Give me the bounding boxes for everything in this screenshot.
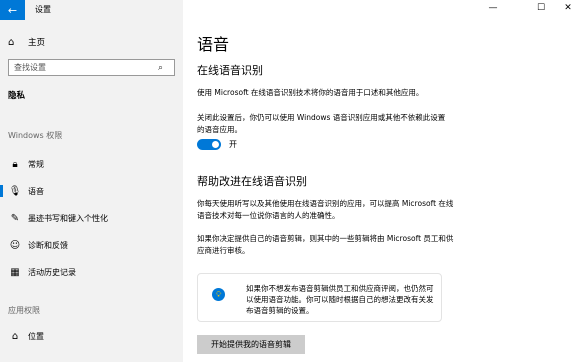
- sidebar-item-label: 活动历史记录: [28, 267, 76, 277]
- share-description: 如果你决定提供自己的语音剪辑，则其中的一些剪辑将由 Microsoft 员工和供…: [197, 234, 454, 255]
- minimize-button[interactable]: —: [483, 3, 503, 13]
- sidebar-item-label: 常规: [28, 159, 44, 169]
- sidebar-item-diagnostics[interactable]: ☺ 诊断和反馈: [0, 235, 183, 255]
- toggle-knob: [212, 141, 219, 148]
- toggle-state-label: 开: [229, 140, 237, 149]
- info-box: 💡︎ 如果你不想发布语音剪辑供员工和供应商评阅，也仍然可以使用语音功能。你可以随…: [197, 273, 442, 322]
- search-icon: ⌕: [158, 62, 164, 73]
- activity-icon: ▦: [10, 266, 20, 278]
- off-description: 关闭此设置后，你仍可以使用 Windows 语音识别应用或其他不依赖此设置的语音…: [197, 113, 446, 134]
- improve-heading: 帮助改进在线语音识别: [197, 175, 307, 188]
- titlebar: ← 设置: [0, 0, 183, 22]
- arrow-left-icon: ←: [7, 3, 18, 17]
- maximize-button[interactable]: ☐: [531, 3, 551, 13]
- sidebar-item-inking[interactable]: ✎ 墨迹书写和键入个性化: [0, 208, 183, 228]
- search-input[interactable]: 查找设置 ⌕: [8, 59, 175, 76]
- info-text: 如果你不想发布语音剪辑供员工和供应商评阅，也仍然可以使用语音功能。你可以随时根据…: [246, 284, 434, 315]
- sidebar-item-label: 墨迹书写和键入个性化: [28, 213, 108, 223]
- home-link[interactable]: ⌂ 主页: [8, 34, 45, 50]
- microphone-icon: 🎙︎: [8, 185, 22, 197]
- online-speech-heading: 在线语音识别: [197, 64, 263, 77]
- search-placeholder: 查找设置: [14, 63, 46, 72]
- home-label: 主页: [28, 38, 46, 48]
- close-icon: ✕: [564, 3, 572, 13]
- online-speech-description: 使用 Microsoft 在线语音识别技术将你的语音用于口述和其他应用。: [197, 88, 424, 97]
- feedback-icon: ☺: [9, 239, 21, 251]
- pen-icon: ✎: [10, 212, 20, 224]
- improve-description: 你每天使用听写以及其他使用在线语音识别的应用，可以提高 Microsoft 在线…: [197, 199, 454, 220]
- lightbulb-icon: 💡︎: [212, 288, 225, 301]
- back-button[interactable]: ←: [0, 0, 25, 20]
- app-permissions-label: 应用权限: [8, 306, 40, 315]
- page-title: 语音: [197, 35, 230, 54]
- sidebar-item-general[interactable]: 🔒︎ 常规: [0, 154, 183, 174]
- sidebar-item-activity[interactable]: ▦ 活动历史记录: [0, 262, 183, 282]
- sidebar: ← 设置 ⌂ 主页 查找设置 ⌕ 隐私 Windows 权限 🔒︎ 常规 🎙︎ …: [0, 0, 183, 362]
- sidebar-item-location[interactable]: ⌂ 位置: [0, 326, 183, 346]
- location-icon: ⌂: [11, 330, 19, 342]
- start-sharing-button[interactable]: 开始提供我的语音剪辑: [197, 335, 305, 354]
- app-title: 设置: [35, 5, 51, 14]
- close-button[interactable]: ✕: [558, 3, 578, 13]
- sidebar-item-label: 诊断和反馈: [28, 240, 68, 250]
- online-speech-toggle[interactable]: [197, 139, 221, 150]
- windows-permissions-label: Windows 权限: [8, 131, 63, 140]
- maximize-icon: ☐: [536, 3, 546, 13]
- minimize-icon: —: [488, 3, 498, 13]
- sidebar-item-label: 语音: [28, 186, 44, 196]
- lock-icon: 🔒︎: [12, 158, 18, 170]
- sidebar-item-label: 位置: [28, 331, 44, 341]
- sidebar-item-speech[interactable]: 🎙︎ 语音: [0, 181, 183, 201]
- category-title: 隐私: [8, 91, 26, 101]
- home-icon: ⌂: [8, 36, 15, 48]
